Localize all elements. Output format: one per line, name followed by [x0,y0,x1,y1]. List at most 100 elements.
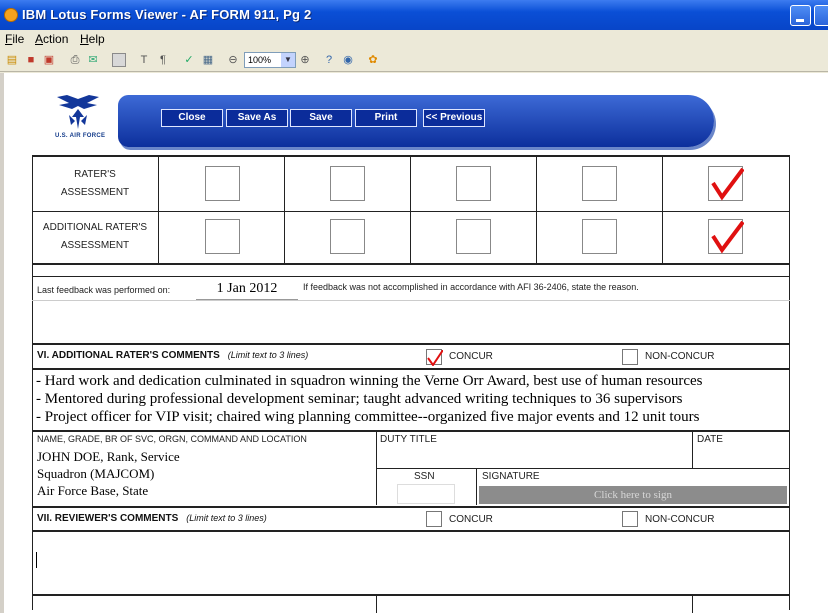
menu-bar: File Action Help [0,30,828,48]
help-icon[interactable]: ◉ [341,53,355,67]
logo-text: U.S. AIR FORCE [55,133,106,139]
maximize-button[interactable] [814,5,828,26]
grid-line [476,468,477,505]
grid-line [376,468,790,469]
duty-title-field[interactable] [378,447,690,466]
grid-line [32,594,790,596]
section6-nonconcur-label: NON-CONCUR [645,351,715,362]
feedback-date-field[interactable]: 1 Jan 2012 [196,280,298,300]
close-button[interactable]: Close [161,109,223,127]
rater-label-line1: RATER'S [74,169,116,180]
email-icon[interactable]: ✉ [86,53,100,67]
rater-box-2[interactable] [330,166,365,201]
comment-line-1[interactable]: - Hard work and dedication culminated in… [36,373,703,390]
section7-concur-label: CONCUR [449,514,493,525]
previous-page-button[interactable]: << Previous [423,109,485,127]
toolbar: ▤ ■ ▣ ⎙ ✉ T ¶ ✓ ▦ ⊖ 100% ▼ ⊕ ? ◉ ✿ [0,48,828,72]
text-icon[interactable]: T [137,53,151,67]
menu-action[interactable]: Action [35,32,68,46]
checkmark-icon [427,349,444,367]
page-gutter [0,73,4,613]
date-label: DATE [697,434,723,445]
rater-box-1[interactable] [205,166,240,201]
grid-line [789,155,790,610]
air-force-logo: U.S. AIR FORCE [55,93,115,141]
section7-nonconcur-label: NON-CONCUR [645,514,715,525]
reviewer-comments-field[interactable] [33,532,789,594]
add-rater-box-3[interactable] [456,219,491,254]
window-title: IBM Lotus Forms Viewer - AF FORM 911, Pg… [22,7,312,22]
chevron-down-icon: ▼ [281,53,295,67]
section7-title-text: VII. REVIEWER'S COMMENTS [37,513,179,524]
save-as-icon[interactable]: ▣ [42,53,56,67]
save-as-button[interactable]: Save As [226,109,288,127]
duty-title-label: DUTY TITLE [380,434,437,445]
zoom-out-icon[interactable]: ⊖ [226,53,240,67]
comment-line-2[interactable]: - Mentored during professional developme… [36,391,683,408]
feedback-label: Last feedback was performed on: [37,285,171,295]
comment-line-3[interactable]: - Project officer for VIP visit; chaired… [36,409,699,426]
section7-limit: (Limit text to 3 lines) [186,513,267,523]
form-header-banner: Close Save As Save Print << Previous [118,95,714,147]
form-icon[interactable] [112,53,126,67]
click-to-sign-button[interactable]: Click here to sign [479,486,787,504]
zoom-value: 100% [248,55,272,65]
section7-title: VII. REVIEWER'S COMMENTS (Limit text to 3… [37,513,267,524]
section6-concur-checkbox[interactable] [426,349,444,367]
section6-limit: (Limit text to 3 lines) [227,350,309,360]
add-rater-box-5[interactable] [708,219,745,254]
add-rater-box-2[interactable] [330,219,365,254]
grid-line [692,430,693,468]
grid-line [662,155,663,263]
add-rater-box-4[interactable] [582,219,617,254]
checkmark-icon [711,220,745,254]
checkmark-icon [711,167,745,201]
grid-line [284,155,285,263]
grid-line [692,594,693,613]
spellcheck-icon[interactable]: ✓ [182,53,196,67]
lotus-app-icon [4,8,18,22]
menu-help[interactable]: Help [80,32,105,46]
section7-concur-checkbox[interactable] [426,511,442,527]
lotus-icon[interactable]: ✿ [366,53,380,67]
grid-line [32,430,790,432]
grid-line [32,343,790,345]
name-field[interactable]: JOHN DOE, Rank, Service Squadron (MAJCOM… [37,448,180,499]
text-cursor [36,552,37,568]
print-button[interactable]: Print [355,109,417,127]
ssn-label: SSN [414,471,435,482]
rater-box-3[interactable] [456,166,491,201]
section7-nonconcur-checkbox[interactable] [622,511,638,527]
what-is-this-icon[interactable]: ? [322,53,336,67]
section6-concur-label: CONCUR [449,351,493,362]
rater-label-line2: ASSESSMENT [60,187,130,198]
save-icon[interactable]: ■ [24,53,38,67]
rater-box-4[interactable] [582,166,617,201]
signature-label: SIGNATURE [482,471,540,482]
section6-title-text: VI. ADDITIONAL RATER'S COMMENTS [37,350,220,361]
zoom-select[interactable]: 100% ▼ [244,52,296,68]
save-button[interactable]: Save [290,109,352,127]
add-rater-box-1[interactable] [205,219,240,254]
paragraph-icon[interactable]: ¶ [156,53,170,67]
name-line-1: JOHN DOE, Rank, Service [37,449,180,464]
grid-line [410,155,411,263]
print-icon[interactable]: ⎙ [68,53,82,67]
grid-line [32,506,790,508]
minimize-button[interactable] [790,5,811,26]
section6-nonconcur-checkbox[interactable] [622,349,638,365]
feedback-reason-field[interactable] [33,301,789,343]
zoom-in-icon[interactable]: ⊕ [298,53,312,67]
name-line-2: Squadron (MAJCOM) [37,466,155,481]
section6-title: VI. ADDITIONAL RATER'S COMMENTS (Limit te… [37,350,308,361]
additional-rater-assessment-label: ADDITIONAL RATER'S ASSESSMENT [34,219,156,255]
open-icon[interactable]: ▤ [5,53,19,67]
grid-line [158,155,159,263]
rater-box-5[interactable] [708,166,745,201]
date-field[interactable] [694,447,788,466]
calculator-icon[interactable]: ▦ [201,53,215,67]
menu-file[interactable]: File [5,32,24,46]
ssn-field[interactable] [397,484,455,504]
grid-line [32,155,790,157]
feedback-note: If feedback was not accomplished in acco… [303,282,639,292]
